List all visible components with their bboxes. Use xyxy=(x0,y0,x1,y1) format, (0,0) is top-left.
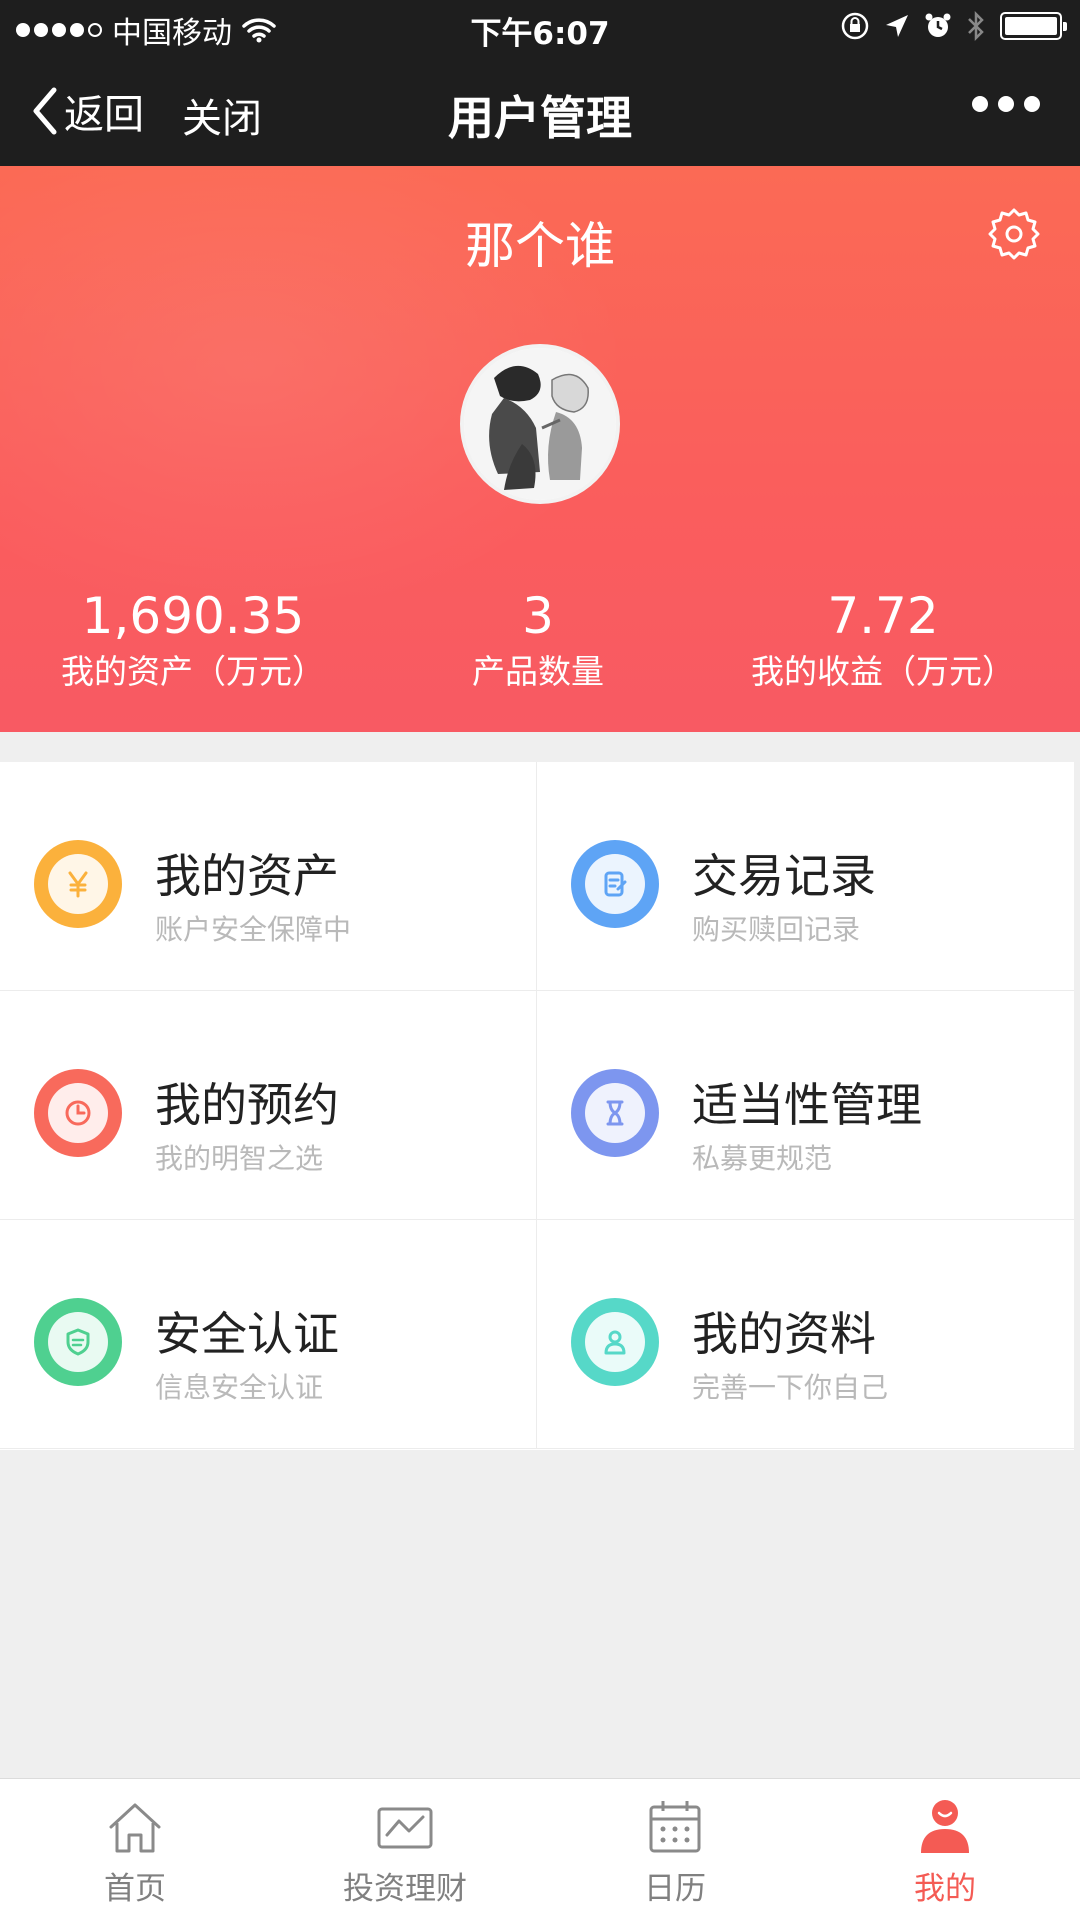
menu-item-subtitle: 私募更规范 xyxy=(692,1142,833,1175)
location-icon xyxy=(886,15,908,37)
menu-item-title: 我的资产 xyxy=(155,849,339,903)
status-bar: 中国移动 下午6:07 xyxy=(0,0,1080,54)
avatar-illustration xyxy=(464,348,616,500)
stat-value: 7.72 xyxy=(827,587,939,645)
menu-item-title: 我的预约 xyxy=(155,1078,339,1132)
profile-header: 那个谁 1,690.35 我的资产（万元） 3 产品数量 7.72 我的收益（万… xyxy=(0,166,1080,732)
tab-investment[interactable]: 投资理财 xyxy=(270,1779,540,1920)
tab-label: 投资理财 xyxy=(343,1871,467,1907)
menu-item-reservations[interactable]: 我的预约 我的明智之选 xyxy=(0,991,537,1220)
yen-icon xyxy=(34,840,122,928)
tab-bar: 首页 投资理财 日历 我的 xyxy=(0,1778,1080,1920)
tab-label: 日历 xyxy=(644,1871,706,1907)
menu-item-title: 适当性管理 xyxy=(692,1078,922,1132)
menu-item-title: 交易记录 xyxy=(692,849,876,903)
tab-label: 首页 xyxy=(104,1871,166,1907)
menu-item-my-profile[interactable]: 我的资料 完善一下你自己 xyxy=(537,1220,1074,1449)
gear-icon[interactable] xyxy=(988,208,1040,260)
hourglass-icon xyxy=(571,1069,659,1157)
tab-label: 我的 xyxy=(914,1871,976,1907)
menu-item-subtitle: 完善一下你自己 xyxy=(692,1371,889,1404)
chart-icon xyxy=(377,1807,433,1849)
stat-label: 我的资产（万元） xyxy=(61,652,325,691)
menu-item-subtitle: 账户安全保障中 xyxy=(155,913,352,946)
menu-grid: 我的资产 账户安全保障中 交易记录 购买赎回记录 我的预约 我的明智之选 适当性… xyxy=(0,762,1074,1450)
shield-icon xyxy=(34,1298,122,1386)
more-icon[interactable] xyxy=(972,96,1040,112)
tab-mine[interactable]: 我的 xyxy=(810,1779,1080,1920)
user-icon xyxy=(571,1298,659,1386)
menu-item-title: 安全认证 xyxy=(155,1307,339,1361)
menu-item-title: 我的资料 xyxy=(692,1307,876,1361)
alarm-icon xyxy=(925,13,951,37)
tab-calendar[interactable]: 日历 xyxy=(540,1779,810,1920)
battery-icon xyxy=(1000,12,1067,40)
menu-item-subtitle: 信息安全认证 xyxy=(155,1371,324,1404)
home-icon xyxy=(109,1803,161,1853)
stat-label: 我的收益（万元） xyxy=(751,652,1015,691)
clock-icon xyxy=(34,1069,122,1157)
calendar-icon xyxy=(649,1801,701,1853)
menu-item-subtitle: 我的明智之选 xyxy=(155,1142,324,1175)
record-icon xyxy=(571,840,659,928)
rotation-lock-icon xyxy=(841,12,869,40)
menu-item-suitability[interactable]: 适当性管理 私募更规范 xyxy=(537,991,1074,1220)
menu-item-subtitle: 购买赎回记录 xyxy=(692,913,861,946)
nav-bar: 返回 关闭 用户管理 xyxy=(0,54,1080,166)
menu-item-transactions[interactable]: 交易记录 购买赎回记录 xyxy=(537,762,1074,991)
bluetooth-icon xyxy=(968,10,984,42)
stat-value: 1,690.35 xyxy=(81,587,305,645)
stats-row: 1,690.35 我的资产（万元） 3 产品数量 7.72 我的收益（万元） xyxy=(0,586,1080,706)
tab-home[interactable]: 首页 xyxy=(0,1779,270,1920)
stat-value: 3 xyxy=(522,587,554,645)
stat-assets[interactable]: 1,690.35 我的资产（万元） xyxy=(13,586,373,696)
stat-products[interactable]: 3 产品数量 xyxy=(358,586,718,696)
page-title: 用户管理 xyxy=(448,91,632,145)
avatar[interactable] xyxy=(460,344,620,504)
username: 那个谁 xyxy=(465,217,615,275)
menu-item-my-assets[interactable]: 我的资产 账户安全保障中 xyxy=(0,762,537,991)
status-right xyxy=(840,10,1067,42)
profile-icon xyxy=(921,1800,969,1853)
stat-earnings[interactable]: 7.72 我的收益（万元） xyxy=(703,586,1063,696)
menu-item-security[interactable]: 安全认证 信息安全认证 xyxy=(0,1220,537,1449)
stat-label: 产品数量 xyxy=(472,652,604,691)
